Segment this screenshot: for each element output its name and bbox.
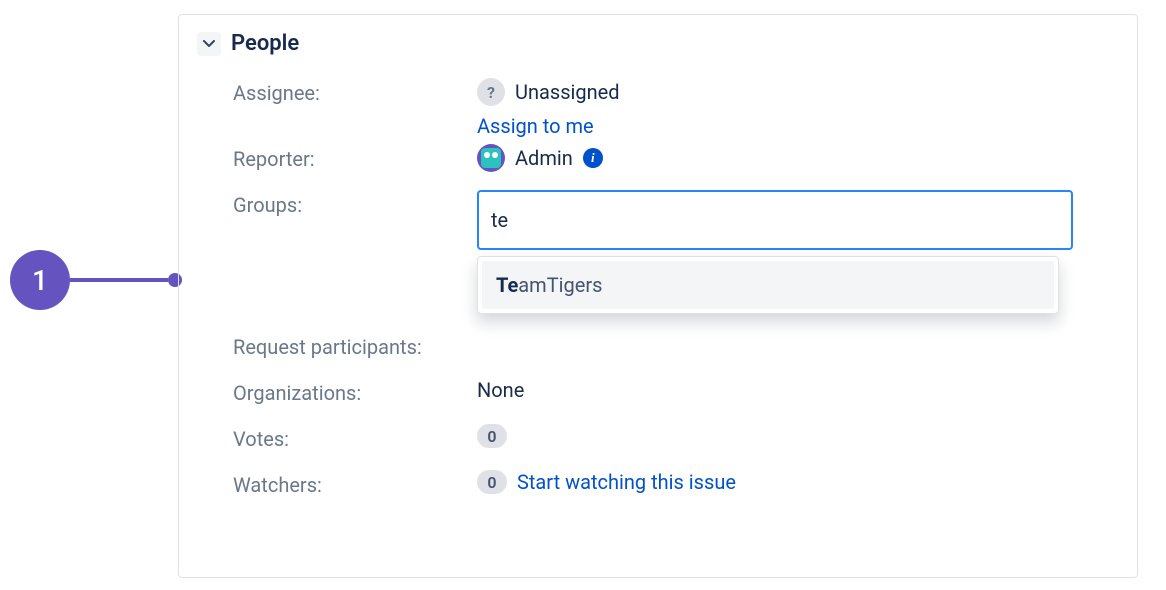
assignee-label: Assignee: bbox=[197, 74, 477, 107]
assignee-row: Assignee: ? Unassigned Assign to me bbox=[197, 74, 1107, 138]
people-section-header[interactable]: People bbox=[197, 31, 1107, 56]
start-watching-link[interactable]: Start watching this issue bbox=[517, 470, 736, 494]
people-panel: People Assignee: ? Unassigned Assign to … bbox=[178, 14, 1138, 578]
assignee-value: Unassigned bbox=[515, 80, 620, 104]
organizations-label: Organizations: bbox=[197, 374, 477, 407]
groups-row: Groups: TeamTigers bbox=[197, 186, 1107, 250]
reporter-value: Admin bbox=[515, 146, 573, 170]
request-participants-label: Request participants: bbox=[197, 328, 477, 361]
watchers-label: Watchers: bbox=[197, 466, 477, 499]
groups-input[interactable] bbox=[477, 190, 1073, 250]
assign-to-me-link[interactable]: Assign to me bbox=[477, 114, 594, 138]
annotation-number: 1 bbox=[32, 264, 48, 297]
suggestion-rest: amTigers bbox=[518, 273, 602, 297]
annotation-number-badge: 1 bbox=[10, 250, 70, 310]
reporter-avatar-icon bbox=[477, 144, 505, 172]
people-section-title: People bbox=[231, 31, 299, 56]
reporter-label: Reporter: bbox=[197, 140, 477, 173]
chevron-down-icon[interactable] bbox=[197, 32, 221, 56]
suggestion-match: Te bbox=[496, 273, 518, 297]
info-icon[interactable]: i bbox=[583, 148, 603, 168]
watchers-row: Watchers: 0 Start watching this issue bbox=[197, 466, 1107, 510]
unassigned-avatar-icon: ? bbox=[477, 78, 505, 106]
request-participants-row: Request participants: bbox=[197, 328, 1107, 372]
organizations-value: None bbox=[477, 378, 524, 402]
watchers-count-badge: 0 bbox=[477, 470, 507, 494]
votes-row: Votes: 0 bbox=[197, 420, 1107, 464]
groups-label: Groups: bbox=[197, 186, 477, 219]
annotation-callout: 1 bbox=[10, 250, 182, 310]
groups-suggestion-item[interactable]: TeamTigers bbox=[482, 261, 1054, 309]
votes-label: Votes: bbox=[197, 420, 477, 453]
groups-suggestions-dropdown: TeamTigers bbox=[477, 256, 1059, 314]
annotation-line bbox=[70, 278, 168, 282]
organizations-row: Organizations: None bbox=[197, 374, 1107, 418]
votes-count-badge: 0 bbox=[477, 424, 507, 448]
reporter-row: Reporter: Admin i bbox=[197, 140, 1107, 184]
